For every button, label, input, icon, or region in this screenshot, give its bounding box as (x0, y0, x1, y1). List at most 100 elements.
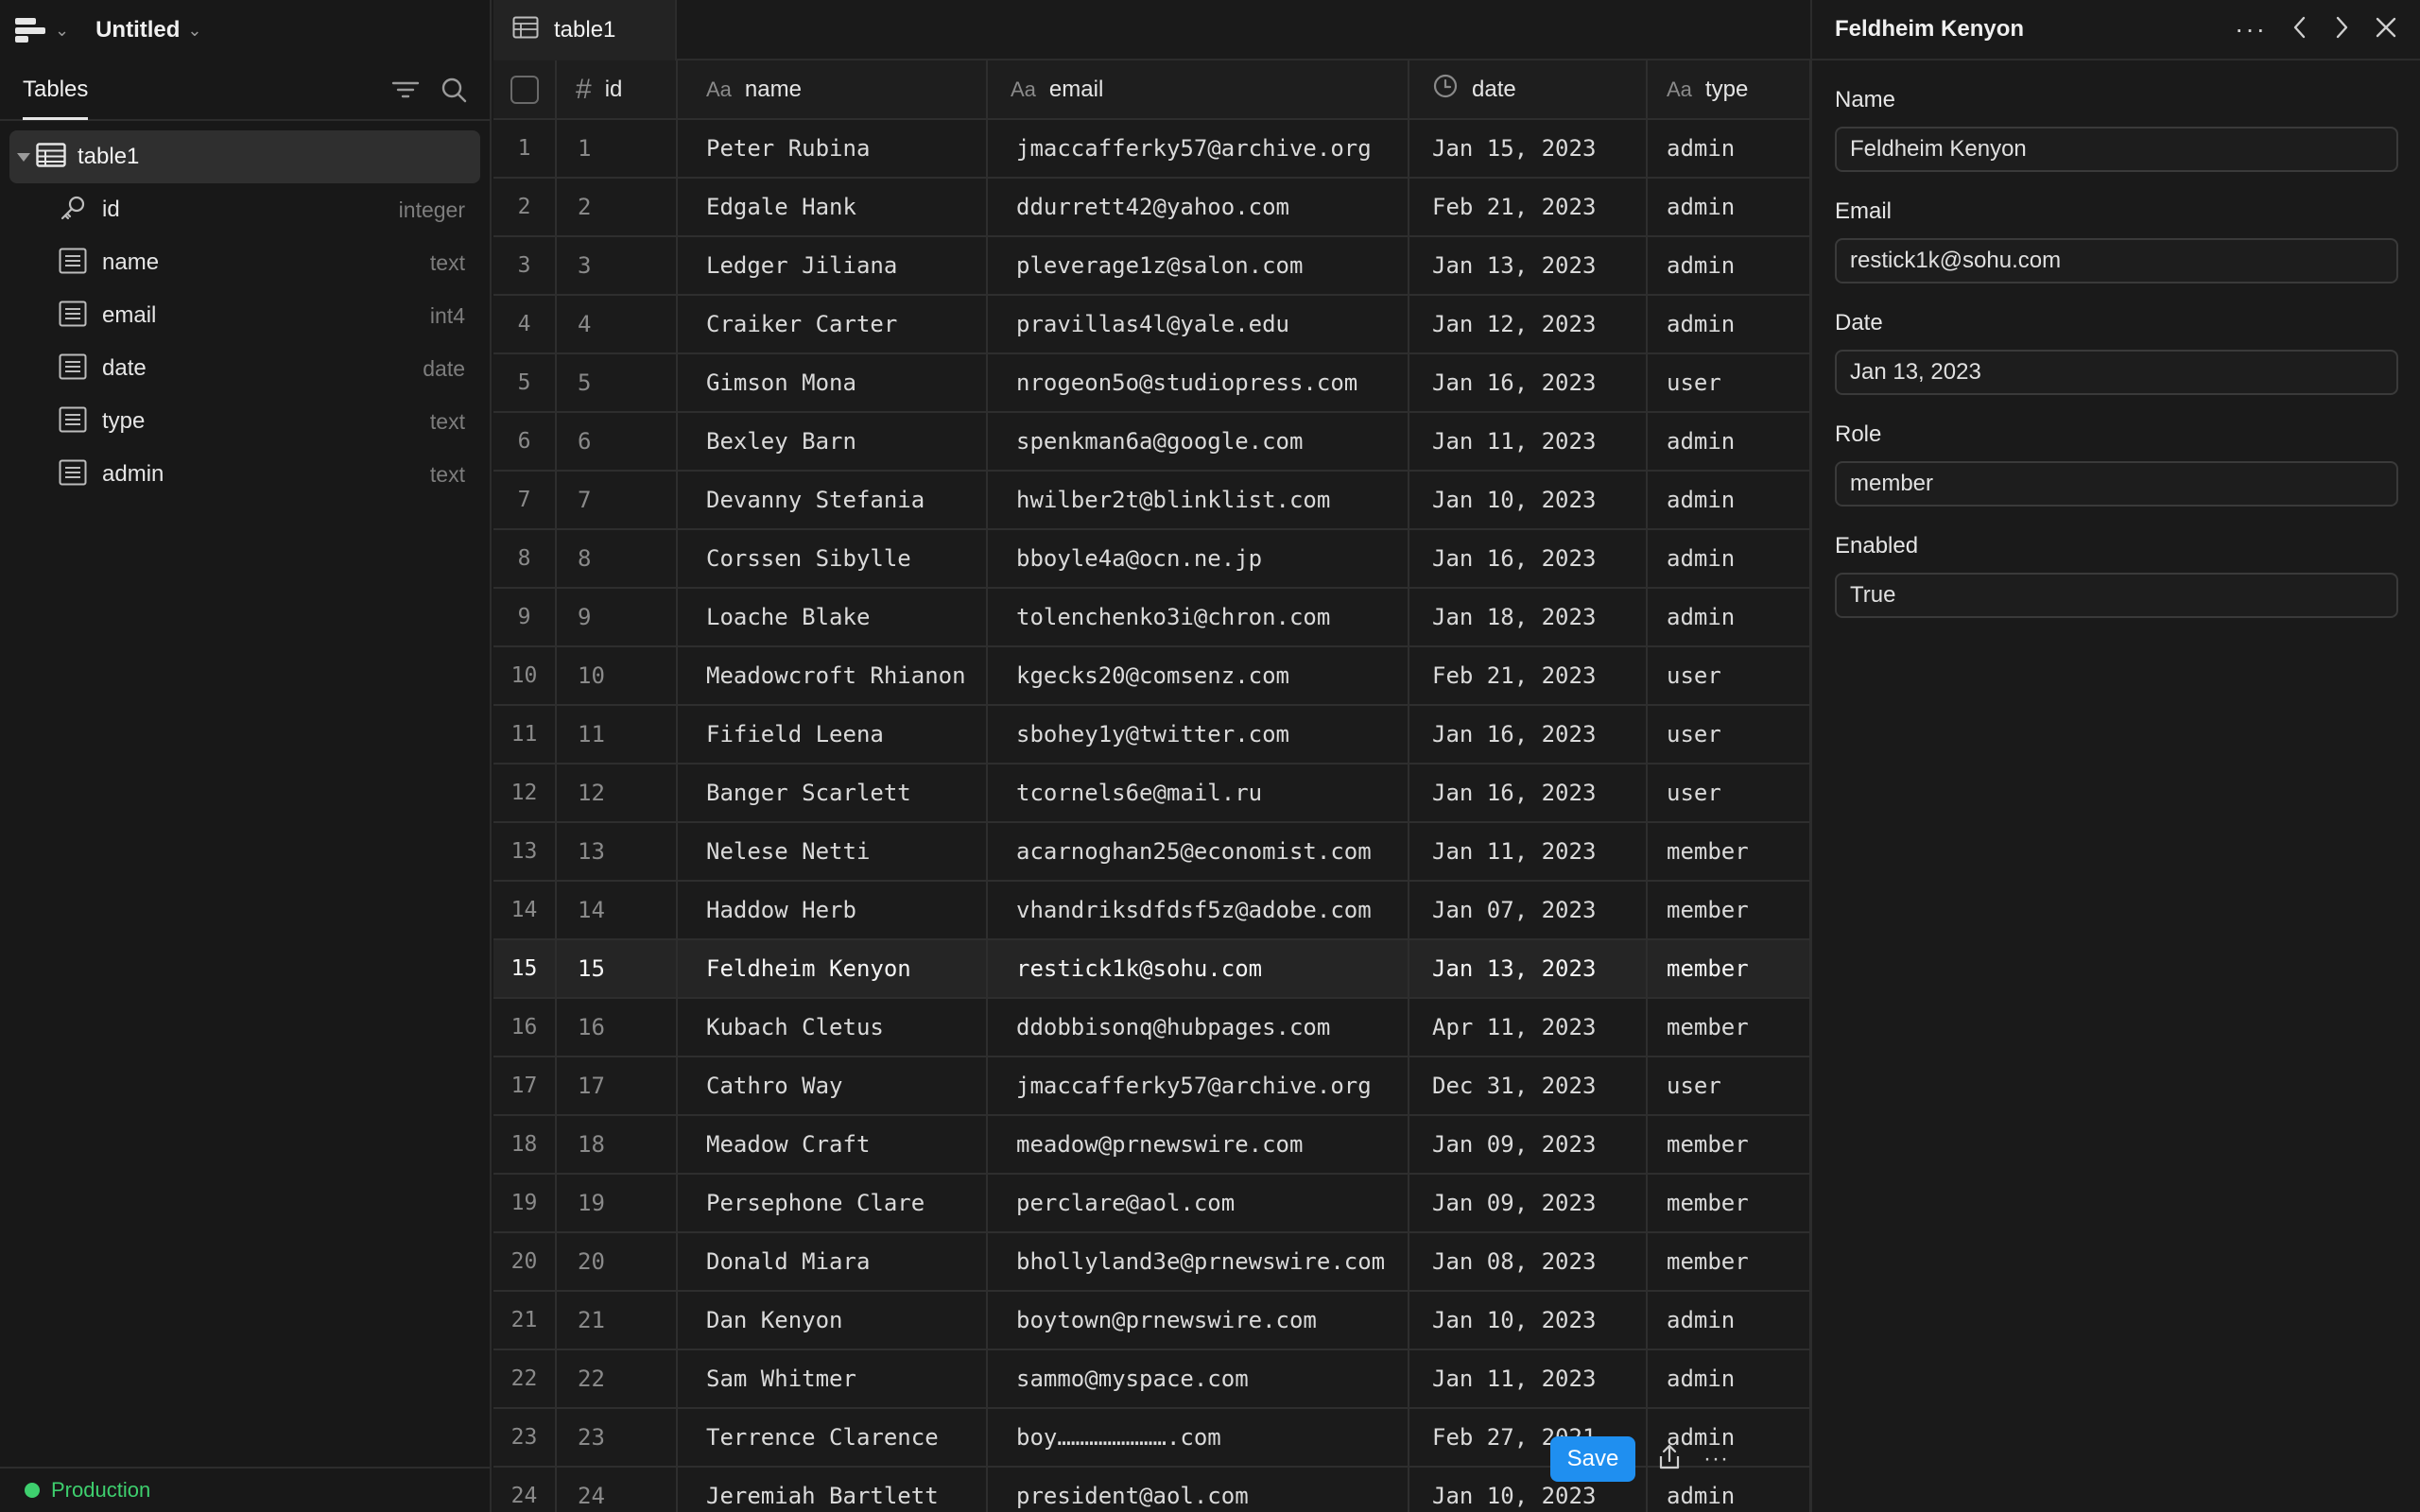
cell-type[interactable]: admin (1647, 295, 1810, 354)
cell-name[interactable]: Haddow Herb (677, 881, 988, 940)
cell-type[interactable]: admin (1647, 588, 1810, 647)
cell-type[interactable]: member (1647, 998, 1810, 1057)
table-row[interactable]: 11 11 Fifield Leena sbohey1y@twitter.com Jan… (493, 705, 1810, 765)
tab-table1[interactable]: table1 (493, 0, 677, 60)
cell-date[interactable]: Jan 16, 2023 (1409, 705, 1648, 765)
cell-type[interactable]: admin (1647, 1291, 1810, 1350)
cell-id[interactable]: 14 (556, 881, 678, 940)
cell-type[interactable]: member (1647, 1232, 1810, 1292)
role-field[interactable] (1835, 461, 2398, 507)
table-row[interactable]: 22 22 Sam Whitmer sammo@myspace.com Jan 11, … (493, 1349, 1810, 1409)
cell-date[interactable]: Jan 11, 2023 (1409, 1349, 1648, 1409)
row-number[interactable]: 4 (493, 295, 557, 354)
row-number[interactable]: 3 (493, 236, 557, 296)
cell-date[interactable]: Jan 07, 2023 (1409, 881, 1648, 940)
table-row[interactable]: 13 13 Nelese Netti acarnoghan25@economist.c… (493, 822, 1810, 882)
cell-type[interactable]: admin (1647, 529, 1810, 589)
cell-name[interactable]: Devanny Stefania (677, 471, 988, 530)
row-number[interactable]: 18 (493, 1115, 557, 1175)
tab-tables[interactable]: Tables (23, 60, 89, 120)
column-header-name[interactable]: Aa name (677, 60, 988, 120)
expand-triangle-icon[interactable] (17, 152, 30, 162)
table-row[interactable]: 16 16 Kubach Cletus ddobbisonq@hubpages.com… (493, 998, 1810, 1057)
row-number[interactable]: 13 (493, 822, 557, 882)
cell-name[interactable]: Terrence Clarence (677, 1408, 988, 1468)
cell-id[interactable]: 18 (556, 1115, 678, 1175)
cell-date[interactable]: Jan 12, 2023 (1409, 295, 1648, 354)
cell-name[interactable]: Sam Whitmer (677, 1349, 988, 1409)
cell-email[interactable]: tcornels6e@mail.ru (987, 764, 1409, 823)
save-button[interactable]: Save (1550, 1436, 1635, 1482)
cell-date[interactable]: Jan 15, 2023 (1409, 119, 1648, 179)
cell-type[interactable]: user (1647, 353, 1810, 413)
cell-type[interactable]: member (1647, 822, 1810, 882)
cell-name[interactable]: Meadowcroft Rhianon (677, 646, 988, 706)
row-number[interactable]: 22 (493, 1349, 557, 1409)
cell-type[interactable]: user (1647, 646, 1810, 706)
cell-name[interactable]: Corssen Sibylle (677, 529, 988, 589)
cell-email[interactable]: bboyle4a@ocn.ne.jp (987, 529, 1409, 589)
cell-id[interactable]: 19 (556, 1174, 678, 1233)
table-row[interactable]: 20 20 Donald Miara bhollyland3e@prnewswire.… (493, 1232, 1810, 1292)
table-row[interactable]: 7 7 Devanny Stefania hwilber2t@blinklist.co… (493, 471, 1810, 530)
cell-date[interactable]: Jan 18, 2023 (1409, 588, 1648, 647)
cell-type[interactable]: member (1647, 881, 1810, 940)
cell-name[interactable]: Jeremiah Bartlett (677, 1467, 988, 1512)
cell-date[interactable]: Jan 16, 2023 (1409, 764, 1648, 823)
cell-name[interactable]: Persephone Clare (677, 1174, 988, 1233)
table-row[interactable]: 21 21 Dan Kenyon boytown@prnewswire.com Jan … (493, 1291, 1810, 1350)
row-number[interactable]: 5 (493, 353, 557, 413)
cell-date[interactable]: Jan 11, 2023 (1409, 412, 1648, 472)
cell-email[interactable]: president@aol.com (987, 1467, 1409, 1512)
cell-email[interactable]: nrogeon5o@studiopress.com (987, 353, 1409, 413)
column-header-type[interactable]: Aa type (1647, 60, 1810, 120)
date-field[interactable] (1835, 350, 2398, 395)
cell-date[interactable]: Jan 11, 2023 (1409, 822, 1648, 882)
row-number[interactable]: 19 (493, 1174, 557, 1233)
chevron-down-icon[interactable]: ⌄ (55, 21, 69, 41)
cell-email[interactable]: pravillas4l@yale.edu (987, 295, 1409, 354)
cell-id[interactable]: 17 (556, 1057, 678, 1116)
cell-id[interactable]: 2 (556, 178, 678, 237)
cell-name[interactable]: Feldheim Kenyon (677, 939, 988, 999)
cell-email[interactable]: perclare@aol.com (987, 1174, 1409, 1233)
cell-email[interactable]: hwilber2t@blinklist.com (987, 471, 1409, 530)
cell-id[interactable]: 22 (556, 1349, 678, 1409)
cell-date[interactable]: Apr 11, 2023 (1409, 998, 1648, 1057)
share-icon[interactable] (1656, 1443, 1683, 1476)
cell-email[interactable]: jmaccafferky57@archive.org (987, 119, 1409, 179)
cell-date[interactable]: Jan 08, 2023 (1409, 1232, 1648, 1292)
cell-id[interactable]: 9 (556, 588, 678, 647)
row-number[interactable]: 20 (493, 1232, 557, 1292)
sidebar-column-email[interactable]: email int4 (0, 289, 490, 342)
cell-id[interactable]: 4 (556, 295, 678, 354)
cell-id[interactable]: 15 (556, 939, 678, 999)
sidebar-item-table1[interactable]: table1 (9, 130, 480, 183)
cell-type[interactable]: member (1647, 939, 1810, 999)
cell-id[interactable]: 3 (556, 236, 678, 296)
cell-id[interactable]: 21 (556, 1291, 678, 1350)
cell-name[interactable]: Meadow Craft (677, 1115, 988, 1175)
enabled-field[interactable] (1835, 573, 2398, 618)
cell-email[interactable]: spenkman6a@google.com (987, 412, 1409, 472)
cell-name[interactable]: Bexley Barn (677, 412, 988, 472)
row-number[interactable]: 17 (493, 1057, 557, 1116)
search-icon[interactable] (441, 77, 467, 103)
table-row[interactable]: 5 5 Gimson Mona nrogeon5o@studiopress.com Ja… (493, 353, 1810, 413)
cell-id[interactable]: 5 (556, 353, 678, 413)
cell-email[interactable]: bhollyland3e@prnewswire.com (987, 1232, 1409, 1292)
row-number[interactable]: 7 (493, 471, 557, 530)
row-number[interactable]: 16 (493, 998, 557, 1057)
row-number[interactable]: 8 (493, 529, 557, 589)
cell-date[interactable]: Feb 21, 2023 (1409, 646, 1648, 706)
table-row[interactable]: 2 2 Edgale Hank ddurrett42@yahoo.com Feb 21,… (493, 178, 1810, 237)
cell-date[interactable]: Jan 09, 2023 (1409, 1115, 1648, 1175)
name-field[interactable] (1835, 127, 2398, 172)
app-logo-icon[interactable] (15, 18, 47, 43)
cell-email[interactable]: jmaccafferky57@archive.org (987, 1057, 1409, 1116)
cell-name[interactable]: Cathro Way (677, 1057, 988, 1116)
cell-type[interactable]: admin (1647, 119, 1810, 179)
cell-name[interactable]: Gimson Mona (677, 353, 988, 413)
cell-name[interactable]: Banger Scarlett (677, 764, 988, 823)
cell-name[interactable]: Peter Rubina (677, 119, 988, 179)
